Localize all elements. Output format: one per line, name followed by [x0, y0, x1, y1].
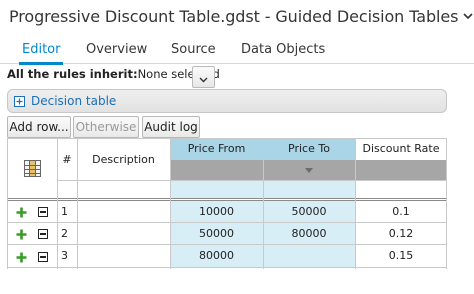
inherit-dropdown-button[interactable]	[192, 66, 215, 88]
column-chooser-cell[interactable]	[7, 139, 57, 200]
cell-discount-rate[interactable]: 0.1	[355, 200, 447, 222]
audit-log-button[interactable]: Audit log	[142, 116, 200, 138]
inherit-label: All the rules inherit:	[7, 67, 138, 81]
decision-table-label[interactable]: Decision table	[31, 94, 116, 108]
cell-description[interactable]	[77, 200, 170, 222]
column-header-discount-rate[interactable]: Discount Rate	[355, 139, 447, 157]
column-header-price-to[interactable]: Price To	[263, 139, 355, 157]
cell-price-from[interactable]: 80000	[170, 244, 263, 267]
row-number: 3	[61, 249, 68, 262]
page-title: Progressive Discount Table.gdst - Guided…	[9, 6, 459, 26]
row-number: 1	[61, 204, 68, 218]
cell-discount-rate[interactable]: 0.12	[355, 222, 447, 244]
tab-editor[interactable]: Editor	[18, 34, 65, 65]
column-header-number[interactable]: #	[57, 139, 77, 180]
add-row-button[interactable]: Add row...	[7, 116, 71, 138]
decision-table-panel[interactable]: Decision table	[7, 89, 447, 113]
column-chooser-icon[interactable]	[23, 159, 41, 180]
column-header-price-from[interactable]: Price From	[170, 139, 263, 157]
tab-overview[interactable]: Overview	[86, 34, 147, 64]
delete-row-icon[interactable]	[35, 202, 51, 222]
row-number: 2	[61, 226, 68, 240]
tab-data-objects[interactable]: Data Objects	[241, 34, 325, 64]
cell-description[interactable]	[77, 222, 170, 244]
cell-price-from[interactable]: 10000	[170, 200, 263, 222]
condition-sort-arrow-icon[interactable]	[263, 160, 355, 180]
expand-icon[interactable]	[14, 95, 25, 107]
chevron-down-icon	[199, 68, 208, 87]
cell-description[interactable]	[77, 244, 170, 267]
chevron-down-icon[interactable]	[461, 9, 474, 23]
add-row-icon[interactable]	[13, 247, 29, 267]
add-row-icon[interactable]	[13, 224, 29, 244]
otherwise-button: Otherwise	[73, 116, 139, 138]
editor-tabs: Editor Overview Source Data Objects	[0, 34, 474, 65]
cell-price-to[interactable]	[263, 244, 355, 267]
delete-row-icon[interactable]	[35, 247, 51, 267]
tab-source[interactable]: Source	[171, 34, 216, 64]
cell-price-from[interactable]: 50000	[170, 222, 263, 244]
cell-price-to[interactable]: 50000	[263, 200, 355, 222]
column-header-description[interactable]: Description	[77, 139, 170, 180]
cell-price-to[interactable]: 80000	[263, 222, 355, 244]
add-row-icon[interactable]	[13, 202, 29, 222]
decision-grid: Description # Price From Price To Discou…	[7, 138, 447, 269]
cell-discount-rate[interactable]: 0.15	[355, 244, 447, 267]
inherit-row: All the rules inherit: None selected	[7, 64, 220, 84]
title-bar: Progressive Discount Table.gdst - Guided…	[0, 0, 474, 32]
delete-row-icon[interactable]	[35, 224, 51, 244]
